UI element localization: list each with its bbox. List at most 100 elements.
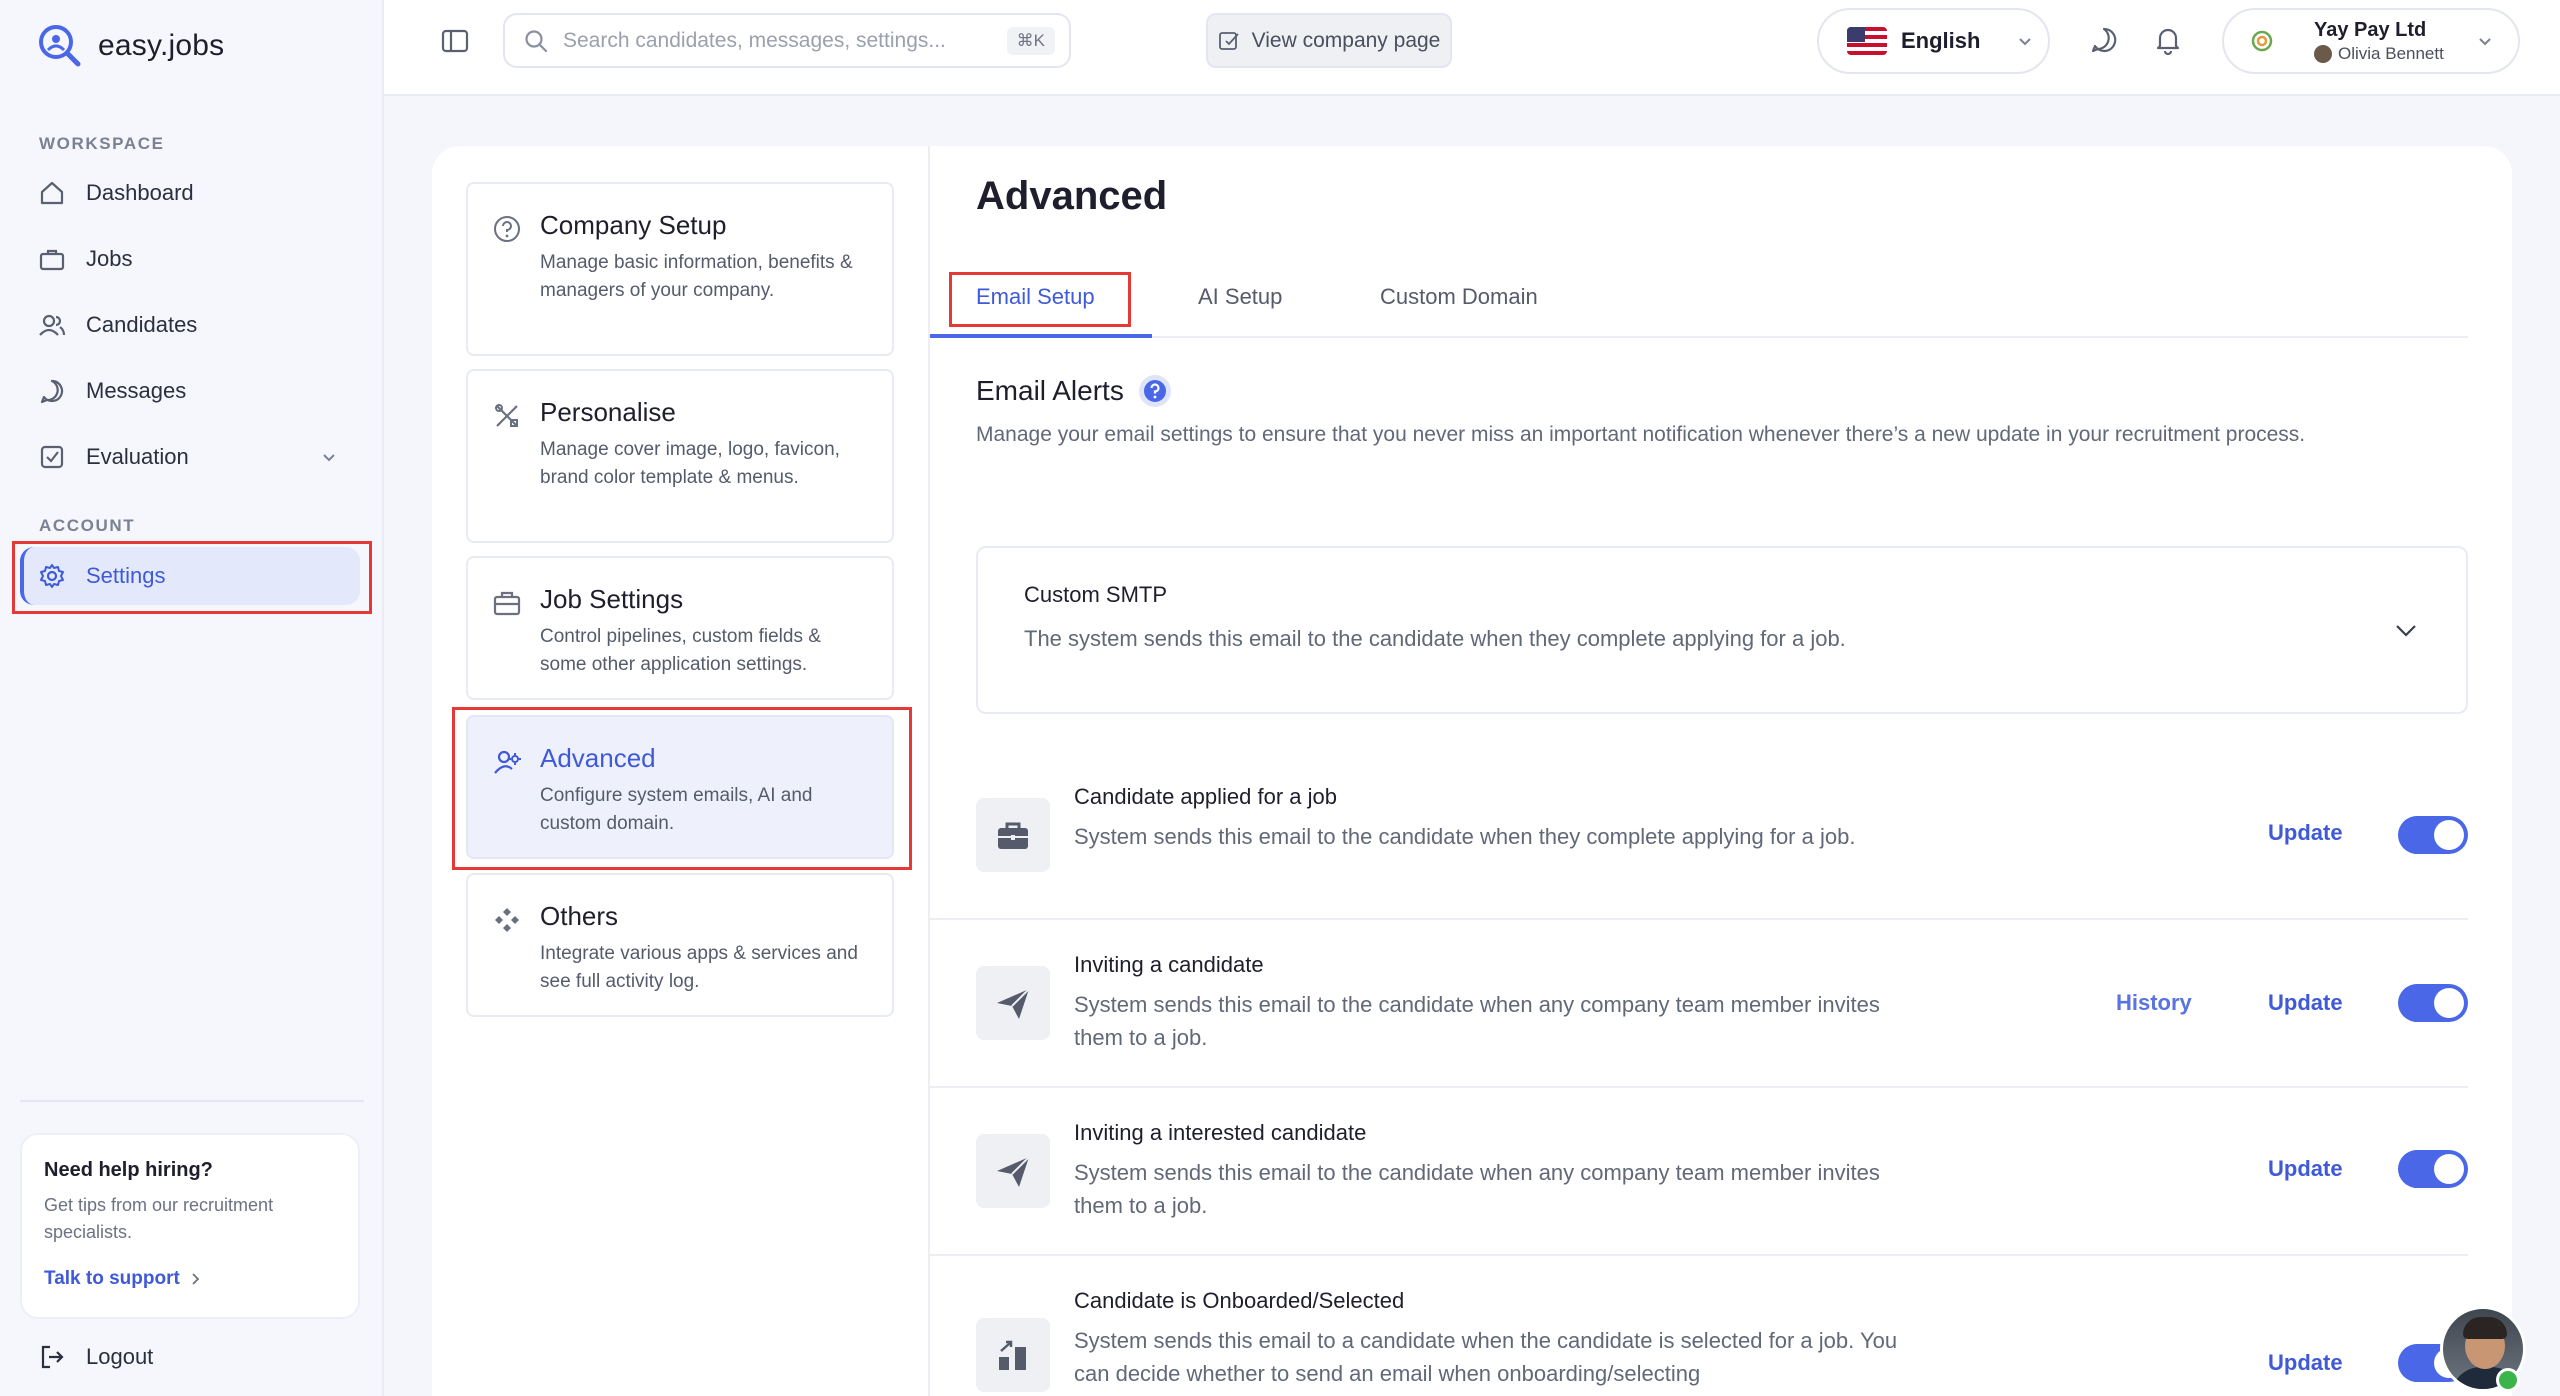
search-icon bbox=[525, 29, 548, 52]
logout-label: Logout bbox=[86, 1344, 154, 1369]
sidebar-item-label: Jobs bbox=[86, 246, 133, 271]
language-label: English bbox=[1901, 28, 1981, 53]
briefcase-icon bbox=[998, 822, 1028, 849]
alert-title: Inviting a interested candidate bbox=[1074, 1120, 1367, 1145]
gear-icon bbox=[40, 564, 64, 588]
checklist-icon bbox=[40, 445, 64, 469]
sidebar-item-label: Dashboard bbox=[86, 180, 194, 205]
page-title: Advanced bbox=[976, 174, 1168, 218]
sidebar-toggle-icon[interactable] bbox=[440, 26, 470, 56]
alert-icon-box bbox=[976, 1134, 1050, 1208]
bell-icon[interactable] bbox=[2152, 24, 2184, 56]
talk-to-support-label: Talk to support bbox=[44, 1268, 180, 1289]
update-button[interactable]: Update bbox=[2268, 1350, 2343, 1376]
email-alerts-title: Email Alerts bbox=[976, 375, 1124, 406]
chevron-down-icon bbox=[2019, 38, 2032, 46]
custom-smtp-title: Custom SMTP bbox=[1024, 582, 1168, 607]
question-circle-icon bbox=[494, 216, 520, 242]
settings-nav-personalise[interactable]: Personalise Manage cover image, logo, fa… bbox=[466, 369, 894, 543]
account-section-label: ACCOUNT bbox=[39, 516, 136, 535]
alert-row-inviting-candidate: Inviting a candidate System sends this e… bbox=[930, 920, 2468, 1088]
alert-icon-box bbox=[976, 966, 1050, 1040]
chevron-right-icon bbox=[192, 1273, 200, 1285]
help-text: Get tips from our recruitment specialist… bbox=[44, 1195, 274, 1242]
chevron-down-icon bbox=[323, 454, 335, 462]
company-logo-icon bbox=[2251, 30, 2273, 52]
promotion-icon bbox=[999, 1340, 1026, 1370]
settings-nav-company-setup[interactable]: Company Setup Manage basic information, … bbox=[466, 182, 894, 356]
paper-plane-icon bbox=[997, 988, 1030, 1019]
alert-row-candidate-applied: Candidate applied for a job System sends… bbox=[930, 748, 2468, 920]
chevron-down-icon bbox=[2396, 625, 2416, 637]
company-switcher[interactable]: Yay Pay Ltd Olivia Bennett bbox=[2222, 8, 2520, 74]
alert-desc: System sends this email to the candidate… bbox=[1074, 992, 1880, 1050]
view-company-page-button[interactable]: View company page bbox=[1206, 13, 1452, 68]
company-name: Yay Pay Ltd bbox=[2314, 18, 2427, 41]
settings-nav-others[interactable]: Others Integrate various apps & services… bbox=[466, 873, 894, 1017]
history-button[interactable]: History bbox=[2116, 990, 2192, 1016]
user-name: Olivia Bennett bbox=[2338, 43, 2444, 63]
logout-icon bbox=[41, 1345, 64, 1369]
app-root: easy.jobs WORKSPACE Dashboard Jobs Candi… bbox=[0, 0, 2560, 1396]
update-button[interactable]: Update bbox=[2268, 1156, 2343, 1182]
sidebar: easy.jobs WORKSPACE Dashboard Jobs Candi… bbox=[0, 0, 384, 1396]
talk-to-support-link[interactable]: Talk to support bbox=[44, 1268, 336, 1290]
settings-nav-desc: Configure system emails, AI and custom d… bbox=[540, 785, 813, 834]
search-bar[interactable]: ⌘K bbox=[503, 13, 1071, 68]
sidebar-item-settings[interactable]: Settings bbox=[20, 547, 360, 605]
tab-bar: Email Setup AI Setup Custom Domain bbox=[930, 270, 2468, 338]
search-input[interactable] bbox=[563, 28, 983, 53]
alert-toggle[interactable] bbox=[2398, 984, 2468, 1022]
alert-icon-box bbox=[976, 798, 1050, 872]
topbar: ⌘K View company page English bbox=[384, 0, 2560, 96]
online-status-dot bbox=[2496, 1368, 2520, 1392]
settings-nav-desc: Manage cover image, logo, favicon, brand… bbox=[540, 439, 840, 488]
alert-toggle[interactable] bbox=[2398, 1150, 2468, 1188]
settings-nav-desc: Control pipelines, custom fields & some … bbox=[540, 626, 821, 675]
users-icon bbox=[39, 314, 66, 336]
help-title: Need help hiring? bbox=[44, 1159, 213, 1181]
language-selector[interactable]: English bbox=[1817, 8, 2050, 74]
custom-smtp-accordion[interactable]: Custom SMTP The system sends this email … bbox=[976, 546, 2468, 714]
logout-button[interactable]: Logout bbox=[38, 1343, 153, 1371]
user-avatar bbox=[2314, 44, 2332, 63]
workspace-section-label: WORKSPACE bbox=[39, 134, 165, 153]
message-icon bbox=[40, 379, 64, 404]
easyjobs-logo-icon bbox=[39, 25, 81, 67]
tab-custom-domain[interactable]: Custom Domain bbox=[1380, 284, 1538, 310]
avatar-hair bbox=[2463, 1317, 2507, 1339]
update-button[interactable]: Update bbox=[2268, 990, 2343, 1016]
sidebar-item-label: Evaluation bbox=[86, 444, 189, 469]
sidebar-item-jobs[interactable]: Jobs bbox=[24, 230, 360, 288]
brand-logo[interactable]: easy.jobs bbox=[36, 22, 224, 70]
tab-email-setup[interactable]: Email Setup bbox=[976, 284, 1095, 310]
chat-icon[interactable] bbox=[2088, 24, 2120, 56]
alert-row-inviting-interested-candidate: Inviting a interested candidate System s… bbox=[930, 1088, 2468, 1256]
custom-smtp-desc: The system sends this email to the candi… bbox=[1024, 626, 1846, 651]
tab-ai-setup[interactable]: AI Setup bbox=[1198, 284, 1282, 310]
alert-desc: System sends this email to the candidate… bbox=[1074, 824, 1856, 849]
external-edit-icon bbox=[1218, 31, 1239, 50]
update-button[interactable]: Update bbox=[2268, 820, 2343, 846]
alert-toggle[interactable] bbox=[2398, 816, 2468, 854]
help-question-icon[interactable] bbox=[1138, 374, 1172, 408]
email-alerts-description: Manage your email settings to ensure tha… bbox=[976, 423, 2306, 446]
sidebar-item-messages[interactable]: Messages bbox=[24, 362, 360, 420]
active-tab-indicator bbox=[930, 334, 1152, 338]
sidebar-item-dashboard[interactable]: Dashboard bbox=[24, 164, 360, 222]
alert-desc: System sends this email to a candidate w… bbox=[1074, 1328, 1898, 1386]
settings-nav-title: Others bbox=[540, 901, 619, 931]
settings-nav-title: Job Settings bbox=[540, 584, 684, 614]
briefcase-icon bbox=[39, 249, 65, 271]
view-company-page-label: View company page bbox=[1251, 28, 1441, 52]
settings-nav-advanced[interactable]: Advanced Configure system emails, AI and… bbox=[466, 715, 894, 859]
sidebar-item-candidates[interactable]: Candidates bbox=[24, 296, 360, 354]
briefcase-icon bbox=[493, 591, 521, 616]
toggle-knob bbox=[2434, 820, 2464, 850]
user-gear-icon bbox=[494, 750, 521, 774]
company-info: Yay Pay Ltd Olivia Bennett bbox=[2314, 19, 2444, 64]
sidebar-item-evaluation[interactable]: Evaluation bbox=[24, 428, 360, 486]
settings-nav-job-settings[interactable]: Job Settings Control pipelines, custom f… bbox=[466, 556, 894, 700]
sidebar-item-label: Settings bbox=[86, 563, 166, 588]
sidebar-item-label: Candidates bbox=[86, 312, 198, 337]
